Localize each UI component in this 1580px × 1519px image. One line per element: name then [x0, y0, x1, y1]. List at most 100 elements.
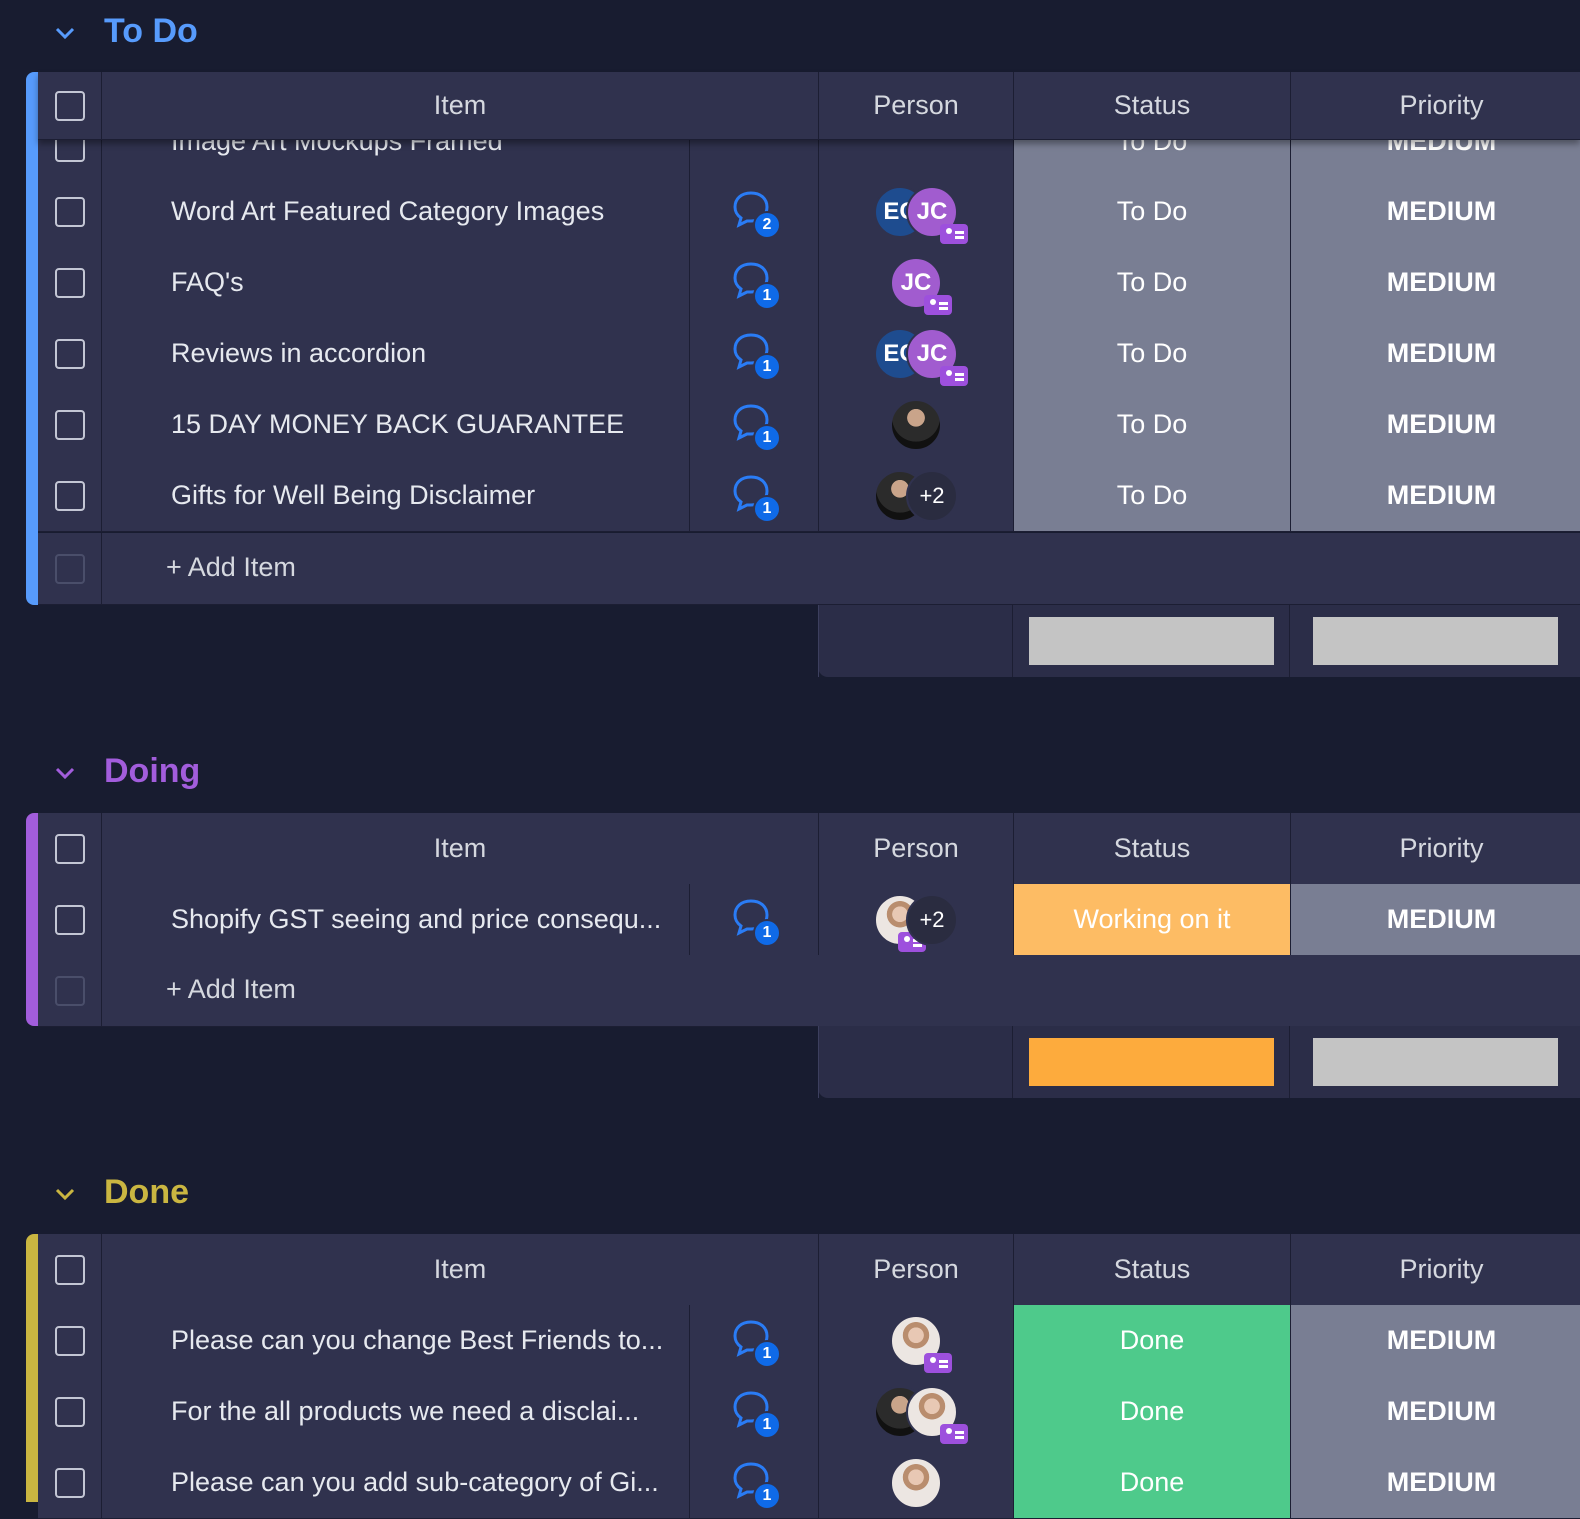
person-avatars[interactable]: EC JC	[874, 326, 968, 386]
priority-cell[interactable]: MEDIUM	[1291, 1447, 1580, 1518]
group-title[interactable]: Doing	[104, 752, 200, 791]
priority-cell[interactable]: MEDIUM	[1291, 176, 1580, 247]
column-header-item[interactable]: Item	[102, 813, 819, 884]
row-checkbox[interactable]	[54, 338, 85, 369]
status-cell[interactable]: To Do	[1014, 460, 1291, 531]
updates-button[interactable]: 1	[731, 1318, 781, 1368]
updates-button[interactable]: 1	[731, 897, 781, 947]
person-avatars[interactable]	[890, 1313, 952, 1373]
chevron-down-icon[interactable]	[52, 1181, 78, 1207]
row-checkbox[interactable]	[54, 480, 85, 511]
add-item-button[interactable]: + Add Item	[166, 974, 296, 1005]
status-cell[interactable]: Done	[1014, 1376, 1291, 1447]
column-header-person[interactable]: Person	[819, 1234, 1014, 1305]
item-name[interactable]: Word Art Featured Category Images	[171, 196, 604, 227]
status-summary-bar[interactable]	[1028, 1038, 1274, 1086]
priority-cell[interactable]: MEDIUM	[1291, 460, 1580, 531]
column-header-status[interactable]: Status	[1014, 1234, 1291, 1305]
row-checkbox[interactable]	[54, 1325, 85, 1356]
column-header-item[interactable]: Item	[102, 1234, 819, 1305]
add-item-row[interactable]: + Add Item	[38, 955, 1580, 1027]
more-people-count: +2	[906, 469, 958, 522]
status-cell[interactable]: Done	[1014, 1447, 1291, 1518]
column-header-person[interactable]: Person	[819, 813, 1014, 884]
item-name[interactable]: Gifts for Well Being Disclaimer	[171, 480, 535, 511]
updates-button[interactable]: 1	[731, 331, 781, 381]
item-name[interactable]: Shopify GST seeing and price consequ...	[171, 904, 661, 935]
person-avatars[interactable]: +2	[874, 468, 958, 524]
guest-badge-icon	[940, 365, 968, 386]
table-row[interactable]: Reviews in accordion 1 EC JC To Do MEDIUM	[38, 318, 1580, 390]
table-row[interactable]: Please can you add sub-category of Gi...…	[38, 1447, 1580, 1519]
updates-button[interactable]: 1	[731, 473, 781, 523]
status-summary-bar[interactable]	[1028, 617, 1274, 665]
table-row[interactable]: Please can you change Best Friends to...…	[38, 1305, 1580, 1377]
person-avatars[interactable]	[874, 1384, 968, 1444]
group-title[interactable]: To Do	[104, 12, 198, 51]
table-row[interactable]: Word Art Featured Category Images 2 EC JC…	[38, 176, 1580, 248]
updates-button[interactable]: 1	[731, 260, 781, 310]
row-checkbox[interactable]	[54, 409, 85, 440]
row-checkbox[interactable]	[54, 267, 85, 298]
updates-count: 1	[753, 918, 781, 947]
updates-button[interactable]: 2	[731, 189, 781, 239]
avatar-initials: JC	[900, 268, 932, 296]
add-item-button[interactable]: + Add Item	[166, 552, 296, 583]
person-avatars[interactable]: EC JC	[874, 184, 968, 244]
person-avatars[interactable]	[890, 1455, 942, 1511]
priority-cell[interactable]: MEDIUM	[1291, 247, 1580, 318]
priority-cell[interactable]: MEDIUM	[1291, 1376, 1580, 1447]
column-header-priority[interactable]: Priority	[1291, 813, 1580, 884]
row-checkbox[interactable]	[54, 904, 85, 935]
status-cell[interactable]: Done	[1014, 1305, 1291, 1376]
chevron-down-icon[interactable]	[52, 20, 78, 46]
item-name[interactable]: 15 DAY MONEY BACK GUARANTEE	[171, 409, 624, 440]
priority-summary-bar[interactable]	[1312, 1038, 1558, 1086]
column-header-priority[interactable]: Priority	[1291, 72, 1580, 139]
group-table: Image Art Mockups Framed To Do MEDIUM It…	[26, 72, 1580, 605]
table-row[interactable]: Shopify GST seeing and price consequ... …	[38, 884, 1580, 956]
column-header-status[interactable]: Status	[1014, 813, 1291, 884]
person-avatars[interactable]: +2	[874, 892, 958, 952]
table-row[interactable]: 15 DAY MONEY BACK GUARANTEE 1 To Do MEDI…	[38, 389, 1580, 461]
select-all-checkbox[interactable]	[54, 1254, 85, 1285]
priority-cell[interactable]: MEDIUM	[1291, 318, 1580, 389]
column-header-person[interactable]: Person	[819, 72, 1014, 139]
column-header-item[interactable]: Item	[102, 72, 819, 139]
priority-summary-bar[interactable]	[1312, 617, 1558, 665]
updates-button[interactable]: 1	[731, 1460, 781, 1510]
status-cell[interactable]: To Do	[1014, 247, 1291, 318]
item-name[interactable]: For the all products we need a disclai..…	[171, 1396, 639, 1427]
table-row[interactable]: FAQ's 1 JC To Do MEDIUM	[38, 247, 1580, 319]
group-table: Item Person Status Priority Shopify GST …	[26, 813, 1580, 1027]
updates-count: 1	[753, 494, 781, 523]
add-item-row[interactable]: + Add Item	[38, 533, 1580, 605]
table-row[interactable]: For the all products we need a disclai..…	[38, 1376, 1580, 1448]
column-header-status[interactable]: Status	[1014, 72, 1291, 139]
status-cell[interactable]: To Do	[1014, 176, 1291, 247]
column-header-priority[interactable]: Priority	[1291, 1234, 1580, 1305]
row-checkbox[interactable]	[54, 196, 85, 227]
item-name[interactable]: FAQ's	[171, 267, 244, 298]
select-all-checkbox[interactable]	[54, 90, 85, 121]
chevron-down-icon[interactable]	[52, 760, 78, 786]
updates-button[interactable]: 1	[731, 402, 781, 452]
priority-cell[interactable]: MEDIUM	[1291, 884, 1580, 955]
status-cell[interactable]: To Do	[1014, 318, 1291, 389]
priority-cell[interactable]: MEDIUM	[1291, 1305, 1580, 1376]
item-name[interactable]: Reviews in accordion	[171, 338, 426, 369]
status-cell[interactable]: Working on it	[1014, 884, 1291, 955]
table-row[interactable]: Gifts for Well Being Disclaimer 1 +2 To …	[38, 460, 1580, 532]
select-all-checkbox[interactable]	[54, 833, 85, 864]
item-name[interactable]: Please can you add sub-category of Gi...	[171, 1467, 659, 1498]
row-checkbox[interactable]	[54, 1396, 85, 1427]
avatar	[890, 398, 942, 451]
item-name[interactable]: Please can you change Best Friends to...	[171, 1325, 663, 1356]
person-avatars[interactable]: JC	[890, 255, 952, 315]
person-avatars[interactable]	[890, 397, 942, 453]
priority-cell[interactable]: MEDIUM	[1291, 389, 1580, 460]
updates-button[interactable]: 1	[731, 1389, 781, 1439]
status-cell[interactable]: To Do	[1014, 389, 1291, 460]
group-title[interactable]: Done	[104, 1173, 189, 1212]
row-checkbox[interactable]	[54, 1467, 85, 1498]
